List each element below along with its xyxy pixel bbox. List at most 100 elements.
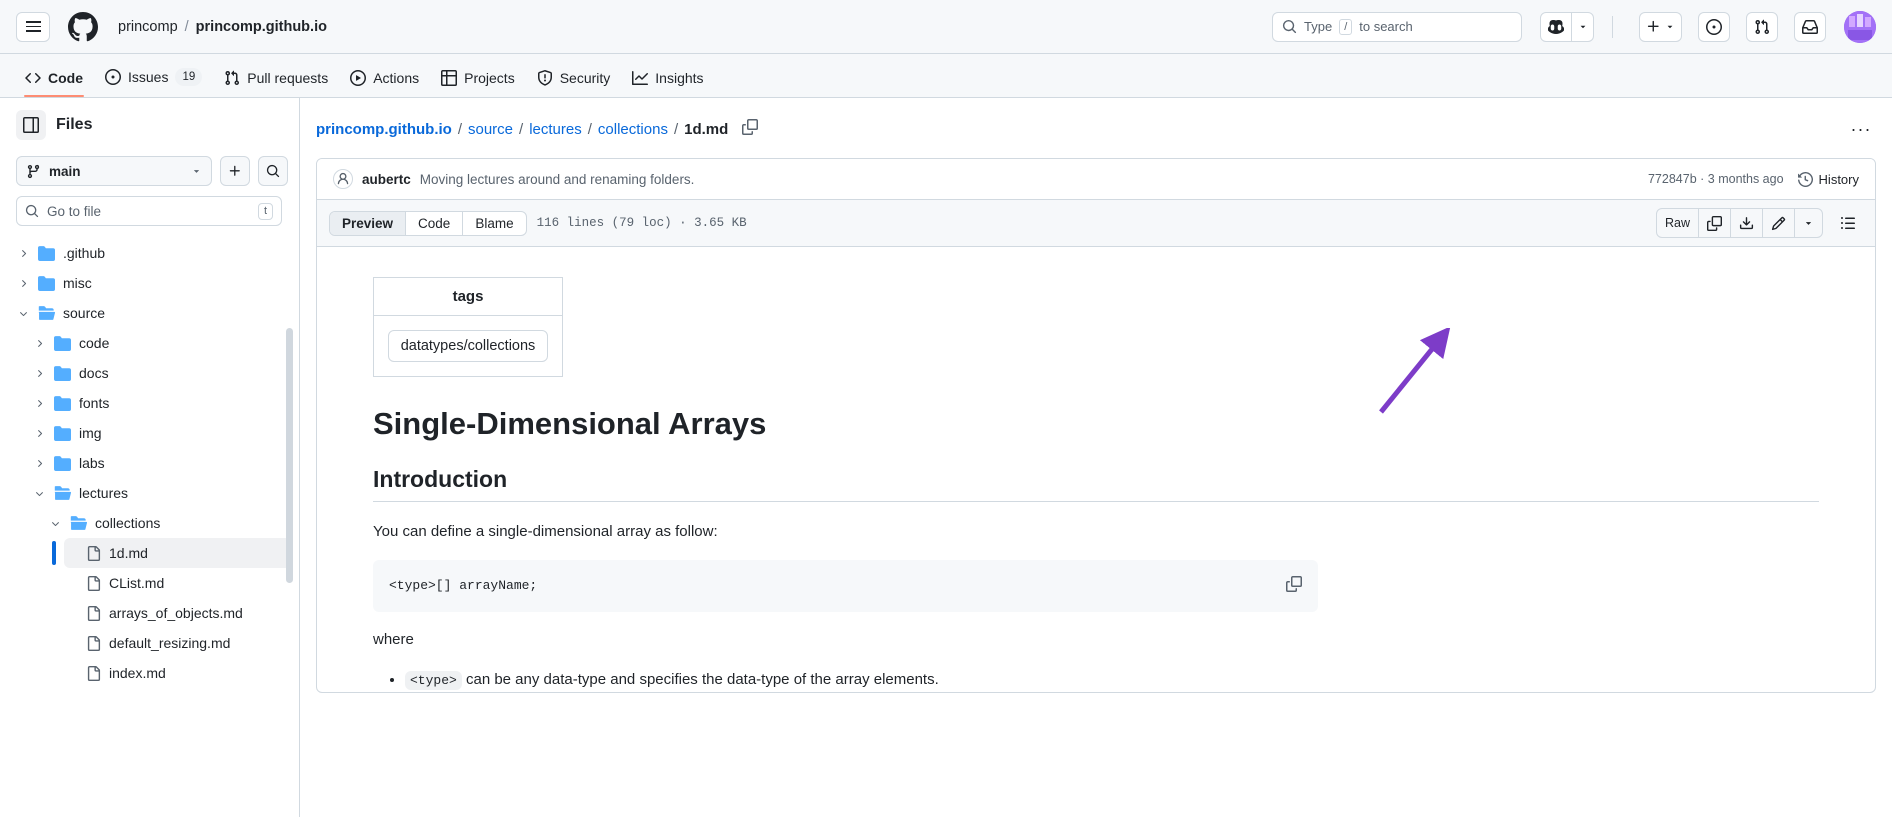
chevron-right-icon[interactable]	[32, 338, 46, 349]
commit-sha[interactable]: 772847b	[1648, 172, 1697, 186]
commit-author-name[interactable]: aubertc	[362, 172, 411, 187]
chevron-down-icon[interactable]	[32, 488, 46, 499]
pull-requests-button[interactable]	[1746, 11, 1778, 42]
chevron-right-icon[interactable]	[32, 428, 46, 439]
tab-projects-label: Projects	[464, 70, 515, 86]
tree-item-label: collections	[95, 515, 161, 531]
hamburger-menu-icon[interactable]	[16, 11, 50, 42]
git-branch-icon	[27, 164, 40, 178]
breadcrumb: princomp.github.io / source / lectures /…	[300, 98, 1892, 158]
search-icon	[1282, 19, 1297, 34]
edit-file-button[interactable]	[1763, 209, 1795, 237]
tree-folder-source[interactable]: source	[16, 298, 291, 328]
tree-folder-misc[interactable]: misc	[16, 268, 291, 298]
search-slash-key: /	[1339, 18, 1353, 35]
copy-raw-content-icon[interactable]	[1699, 209, 1731, 237]
commit-author-avatar[interactable]	[333, 169, 353, 189]
branch-selector[interactable]: main	[16, 156, 212, 186]
symbols-panel-icon[interactable]	[1833, 209, 1863, 237]
plus-icon	[229, 165, 240, 176]
chevron-right-icon[interactable]	[32, 368, 46, 379]
header-repo-link[interactable]: princomp.github.io	[196, 19, 327, 35]
tab-pull-requests[interactable]: Pull requests	[215, 63, 337, 97]
chevron-right-icon[interactable]	[16, 248, 30, 259]
chevron-right-icon[interactable]	[32, 458, 46, 469]
breadcrumb-separator: /	[587, 120, 592, 138]
chevron-down-icon[interactable]	[48, 518, 62, 529]
tab-projects[interactable]: Projects	[432, 63, 524, 97]
branch-name-label: main	[49, 163, 81, 179]
tree-item-label: source	[63, 305, 106, 321]
global-search-input[interactable]: Type / to search	[1272, 11, 1522, 42]
chevron-down-icon[interactable]	[16, 308, 30, 319]
tab-code[interactable]: Code	[16, 63, 92, 97]
tree-folder-lectures[interactable]: lectures	[32, 478, 291, 508]
sidebar-scrollbar[interactable]	[286, 328, 293, 583]
tree-file-index.md[interactable]: index.md	[64, 658, 291, 688]
tree-file-arrays_of_objects.md[interactable]: arrays_of_objects.md	[64, 598, 291, 628]
tab-issues-label: Issues	[128, 69, 169, 85]
header-owner-link[interactable]: princomp	[118, 19, 178, 35]
side-panel-toggle-icon[interactable]	[16, 110, 46, 140]
issue-opened-icon	[1706, 18, 1722, 35]
issues-button[interactable]	[1698, 11, 1730, 42]
search-repository-button[interactable]	[258, 156, 288, 186]
commit-message[interactable]: Moving lectures around and renaming fold…	[420, 172, 695, 187]
tree-folder-docs[interactable]: docs	[32, 358, 291, 388]
search-placeholder-prefix: Type	[1304, 19, 1333, 34]
branch-row: main	[16, 156, 291, 186]
copilot-icon[interactable]	[1540, 11, 1572, 42]
tree-folder-.github[interactable]: .github	[16, 238, 291, 268]
raw-button[interactable]: Raw	[1657, 209, 1699, 237]
folder-icon	[38, 305, 55, 322]
github-logo-icon[interactable]	[68, 11, 98, 42]
add-file-button[interactable]	[220, 156, 250, 186]
tab-actions[interactable]: Actions	[341, 63, 428, 97]
tree-item-label: lectures	[79, 485, 129, 501]
go-to-file-placeholder: Go to file	[47, 203, 102, 219]
breadcrumb-item-source[interactable]: source	[468, 121, 513, 138]
tree-folder-collections[interactable]: collections	[48, 508, 291, 538]
tree-folder-img[interactable]: img	[32, 418, 291, 448]
history-button[interactable]: History	[1797, 172, 1859, 187]
tab-security-label: Security	[559, 70, 611, 86]
tab-blame[interactable]: Blame	[463, 212, 525, 235]
breadcrumb-item-repo[interactable]: princomp.github.io	[316, 121, 452, 138]
edit-options-dropdown-icon[interactable]	[1795, 209, 1822, 237]
tree-file-1d.md[interactable]: 1d.md	[52, 538, 291, 568]
tree-file-CList.md[interactable]: CList.md	[64, 568, 291, 598]
chevron-right-icon[interactable]	[16, 278, 30, 289]
breadcrumb-item-lectures[interactable]: lectures	[529, 121, 582, 138]
copy-path-icon[interactable]	[742, 119, 759, 139]
folder-icon	[54, 455, 71, 472]
tree-file-default_resizing.md[interactable]: default_resizing.md	[64, 628, 291, 658]
list-item-text: can be any data-type and specifies the d…	[461, 670, 939, 688]
tab-issues[interactable]: Issues 19	[96, 61, 211, 97]
create-new-button[interactable]	[1639, 11, 1682, 42]
breadcrumb-separator: /	[673, 120, 679, 138]
inbox-button[interactable]	[1794, 11, 1826, 42]
download-raw-content-icon[interactable]	[1731, 209, 1763, 237]
breadcrumb-current-file: 1d.md	[684, 120, 729, 138]
tree-item-label: img	[79, 425, 102, 441]
commit-relative-time: 3 months ago	[1707, 172, 1784, 186]
tags-table-header: tags	[373, 277, 563, 316]
breadcrumb-item-collections[interactable]: collections	[598, 121, 668, 138]
tab-preview[interactable]: Preview	[330, 211, 407, 235]
tree-folder-labs[interactable]: labs	[32, 448, 291, 478]
copy-code-icon[interactable]	[1286, 575, 1302, 596]
tab-security[interactable]: Security	[528, 63, 620, 97]
file-icon	[86, 665, 101, 681]
user-avatar[interactable]	[1844, 10, 1876, 43]
copilot-dropdown-caret-icon[interactable]	[1572, 11, 1594, 42]
chevron-right-icon[interactable]	[32, 398, 46, 409]
file-icon	[86, 545, 101, 561]
tree-item-label: labs	[79, 455, 105, 471]
tab-insights[interactable]: Insights	[623, 63, 712, 97]
tree-folder-code[interactable]: code	[32, 328, 291, 358]
tree-folder-fonts[interactable]: fonts	[32, 388, 291, 418]
tab-code-view[interactable]: Code	[406, 211, 464, 235]
file-icon	[86, 575, 101, 591]
more-file-actions-icon[interactable]: ···	[1846, 114, 1876, 144]
go-to-file-input[interactable]: Go to file t	[16, 196, 282, 226]
